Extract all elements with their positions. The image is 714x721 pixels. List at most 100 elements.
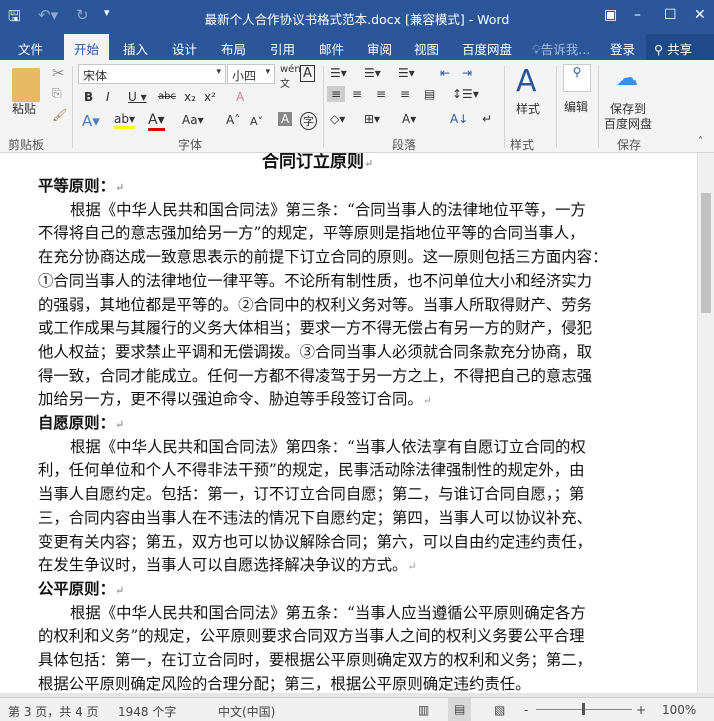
subscript-icon[interactable]: x₂ <box>184 90 196 104</box>
distributed-icon[interactable]: ▤ <box>424 87 435 101</box>
tell-me-search[interactable]: 💡︎告诉我... <box>532 39 590 58</box>
document-heading: 合同订立原则↵ <box>262 153 374 172</box>
styles-icon[interactable]: A <box>516 64 537 99</box>
char-border-icon[interactable]: A <box>300 65 315 82</box>
align-right-icon[interactable]: ≡ <box>376 87 386 101</box>
zoom-slider-thumb[interactable] <box>582 703 585 715</box>
increase-indent-icon[interactable]: ⇥ <box>462 66 472 80</box>
enclose-char-icon[interactable]: 字 <box>300 112 317 130</box>
change-case-icon[interactable]: Aa▾ <box>182 113 204 127</box>
paragraph-mark: ↵ <box>407 560 417 574</box>
tab-layout[interactable]: 布局 <box>221 39 246 58</box>
ribbon-tabs: 文件 开始 插入 设计 布局 引用 邮件 审阅 视图 百度网盘 💡︎告诉我...… <box>0 34 714 60</box>
line-text: 在发生争议时，当事人可以自愿选择解决争议的方式。 <box>38 556 408 575</box>
paste-icon[interactable] <box>12 68 40 102</box>
line-text: 公平原则： <box>38 579 115 598</box>
baidu-cloud-icon[interactable]: ☁ <box>616 66 638 91</box>
share-button[interactable]: ⚲ 共享 <box>646 34 714 60</box>
edit-button[interactable]: 编辑 <box>564 98 588 115</box>
tab-review[interactable]: 审阅 <box>367 39 392 58</box>
font-size-value: 小四 <box>232 69 257 83</box>
lightbulb-icon: 💡︎ <box>532 42 541 57</box>
superscript-icon[interactable]: x² <box>204 90 216 104</box>
font-color-icon[interactable]: A▾ <box>148 112 165 131</box>
text-effects-icon[interactable]: A▾ <box>82 112 100 130</box>
sort-icon[interactable]: A↓ <box>450 112 468 126</box>
numbering-icon[interactable]: ☰▾ <box>364 66 381 80</box>
align-left-icon[interactable]: ≡ <box>327 86 346 102</box>
cut-icon[interactable]: ✂ <box>52 64 65 82</box>
login-button[interactable]: 登录 <box>610 39 635 58</box>
tab-file[interactable]: 文件 <box>18 39 43 58</box>
line-text: 具体包括：第一，在订立合同时，要根据公平原则确定双方的权利和义务；第二， <box>38 651 593 669</box>
justify-icon[interactable]: ≡ <box>400 87 410 101</box>
line-text: 的强弱，其地位都是平等的。②合同中的权利义务对等。当事人所取得财产、劳务 <box>38 295 593 314</box>
section-heading: 平等原则：↵ <box>38 174 124 196</box>
copy-icon[interactable]: ⎘ <box>52 86 62 101</box>
clear-format-icon[interactable]: A <box>236 90 244 104</box>
shrink-font-icon[interactable]: A˅ <box>250 115 263 128</box>
language[interactable]: 中文(中国) <box>218 703 275 720</box>
font-name-select[interactable]: 宋体 ▾ <box>78 64 226 84</box>
collapse-ribbon-icon[interactable]: ˄ <box>698 136 703 147</box>
find-icon[interactable]: ⚲ <box>563 64 591 92</box>
strikethrough-icon[interactable]: abc <box>158 91 176 102</box>
tab-references[interactable]: 引用 <box>270 39 295 58</box>
maximize-icon[interactable]: ☐ <box>664 7 677 23</box>
highlight-icon[interactable]: ab▾ <box>114 112 135 129</box>
close-icon[interactable]: ✕ <box>694 7 706 23</box>
underline-icon[interactable]: U ▾ <box>128 90 147 104</box>
bullets-icon[interactable]: ☰▾ <box>330 66 347 80</box>
font-group-label: 字体 <box>178 138 203 152</box>
styles-group-label: 样式 <box>510 138 535 152</box>
scroll-thumb[interactable] <box>701 193 711 313</box>
line-text: 根据《中华人民共和国合同法》第四条：“当事人依法享有自愿订立合同的权 <box>70 437 586 456</box>
styles-button[interactable]: 样式 <box>516 100 540 117</box>
line-text: 在充分协商达成一致意思表示的前提下订立合同的原则。这一原则包括三方面内容： <box>38 248 608 267</box>
format-painter-icon[interactable]: 🖌︎ <box>52 108 67 122</box>
tab-design[interactable]: 设计 <box>172 39 197 58</box>
tab-home[interactable]: 开始 <box>64 34 110 60</box>
line-spacing-icon[interactable]: ↕☰▾ <box>452 87 479 101</box>
paste-button[interactable]: 粘贴 <box>12 100 36 117</box>
status-bar: 第 3 页，共 4 页 1948 个字 中文(中国) ▥ ▤ ▧ - + 100… <box>0 697 714 721</box>
font-size-select[interactable]: 小四 ▾ <box>227 64 275 84</box>
tab-baidu[interactable]: 百度网盘 <box>462 39 512 58</box>
tab-mailings[interactable]: 邮件 <box>319 39 344 58</box>
web-layout-icon[interactable]: ▧ <box>494 703 505 717</box>
baidu-pan-label[interactable]: 百度网盘 <box>604 115 652 132</box>
line-text: 加给另一方，更不得以强迫命令、胁迫等手段签订合同。 <box>38 390 423 409</box>
zoom-out-button[interactable]: - <box>524 703 528 717</box>
ribbon-display-icon[interactable]: ▣ <box>604 7 617 23</box>
paragraph-line: ①合同当事人的法律地位一律平等。不论所有制性质，也不问单位大小和经济实力 <box>38 269 592 291</box>
show-marks-icon[interactable]: ↵ <box>482 112 492 126</box>
document-page[interactable]: 合同订立原则↵ 平等原则：↵ 根据《中华人民共和国合同法》第三条：“合同当事人的法… <box>0 153 697 693</box>
divider <box>72 66 73 148</box>
word-count[interactable]: 1948 个字 <box>118 703 176 720</box>
paragraph-line: 三，合同内容由当事人在不违法的情况下自愿约定；第四，当事人可以协议补充、 <box>38 506 592 528</box>
grow-font-icon[interactable]: A˄ <box>226 113 240 127</box>
read-mode-icon[interactable]: ▥ <box>418 703 429 717</box>
line-text: ①合同当事人的法律地位一律平等。不论所有制性质，也不问单位大小和经济实力 <box>38 271 593 290</box>
decrease-indent-icon[interactable]: ⇤ <box>440 66 450 80</box>
tab-insert[interactable]: 插入 <box>123 39 148 58</box>
shading-icon[interactable]: ◇▾ <box>330 112 345 126</box>
zoom-in-button[interactable]: + <box>636 703 646 717</box>
paragraph-line: 他人权益；要求禁止平调和无偿调拨。③合同当事人必须就合同条款充分协商，取 <box>38 340 592 362</box>
phonetic-guide-icon[interactable]: wén 文 <box>280 64 301 90</box>
paragraph-line: 具体包括：第一，在订立合同时，要根据公平原则确定双方的权利和义务；第二， <box>38 648 592 670</box>
align-center-icon[interactable]: ≡ <box>352 87 362 101</box>
chevron-down-icon: ▾ <box>216 67 221 77</box>
multilevel-list-icon[interactable]: ☰▾ <box>398 66 415 80</box>
page-count[interactable]: 第 3 页，共 4 页 <box>8 703 99 720</box>
tab-view[interactable]: 视图 <box>414 39 439 58</box>
minimize-icon[interactable]: – <box>634 7 641 23</box>
char-shading-icon[interactable]: A <box>278 112 293 126</box>
vertical-scrollbar[interactable] <box>697 153 714 693</box>
bold-icon[interactable]: B <box>84 90 93 104</box>
zoom-level[interactable]: 100% <box>662 703 696 717</box>
italic-icon[interactable]: I <box>106 90 110 104</box>
asian-layout-icon[interactable]: A▾ <box>402 112 416 126</box>
borders-icon[interactable]: ⊞▾ <box>364 112 380 126</box>
print-layout-icon[interactable]: ▤ <box>448 698 472 721</box>
